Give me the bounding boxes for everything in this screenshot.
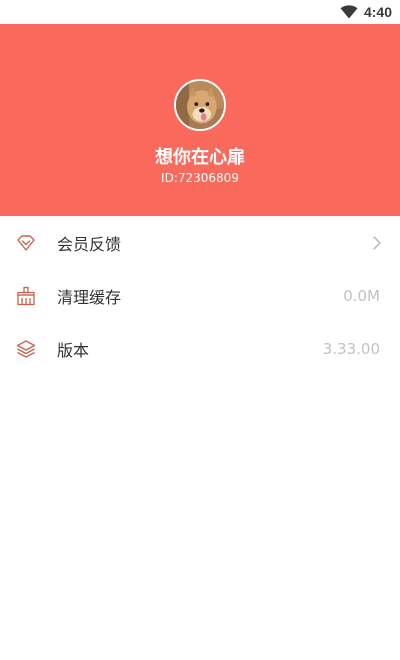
layers-icon (16, 339, 36, 359)
chevron-right-icon (372, 235, 382, 250)
username: 想你在心扉 (155, 147, 245, 168)
profile-header: 想你在心扉 ID:72306809 (0, 24, 400, 216)
menu-label: 清理缓存 (57, 287, 122, 307)
status-bar: 4:40 (0, 0, 400, 24)
avatar[interactable] (174, 79, 226, 131)
settings-menu: 会员反馈 清理缓存 0.0M 版本 3.33.00 (0, 216, 400, 375)
status-right: 4:40 (340, 0, 392, 24)
status-time: 4:40 (363, 4, 392, 20)
menu-item-clear-cache[interactable]: 清理缓存 0.0M (0, 269, 400, 322)
menu-label: 版本 (57, 340, 90, 360)
broom-icon (16, 286, 36, 306)
profile-screen: 4:40 想你在心扉 ID:72306809 会员反馈 清理缓存 0.0M 版本… (0, 0, 400, 660)
diamond-icon (16, 233, 36, 253)
wifi-icon (340, 5, 358, 19)
menu-label: 会员反馈 (57, 234, 122, 254)
version-value: 3.33.00 (322, 339, 380, 358)
avatar-dog-photo (176, 81, 224, 129)
cache-size-value: 0.0M (343, 286, 380, 305)
menu-item-version[interactable]: 版本 3.33.00 (0, 322, 400, 375)
user-id: ID:72306809 (161, 171, 239, 185)
menu-item-member-feedback[interactable]: 会员反馈 (0, 216, 400, 269)
